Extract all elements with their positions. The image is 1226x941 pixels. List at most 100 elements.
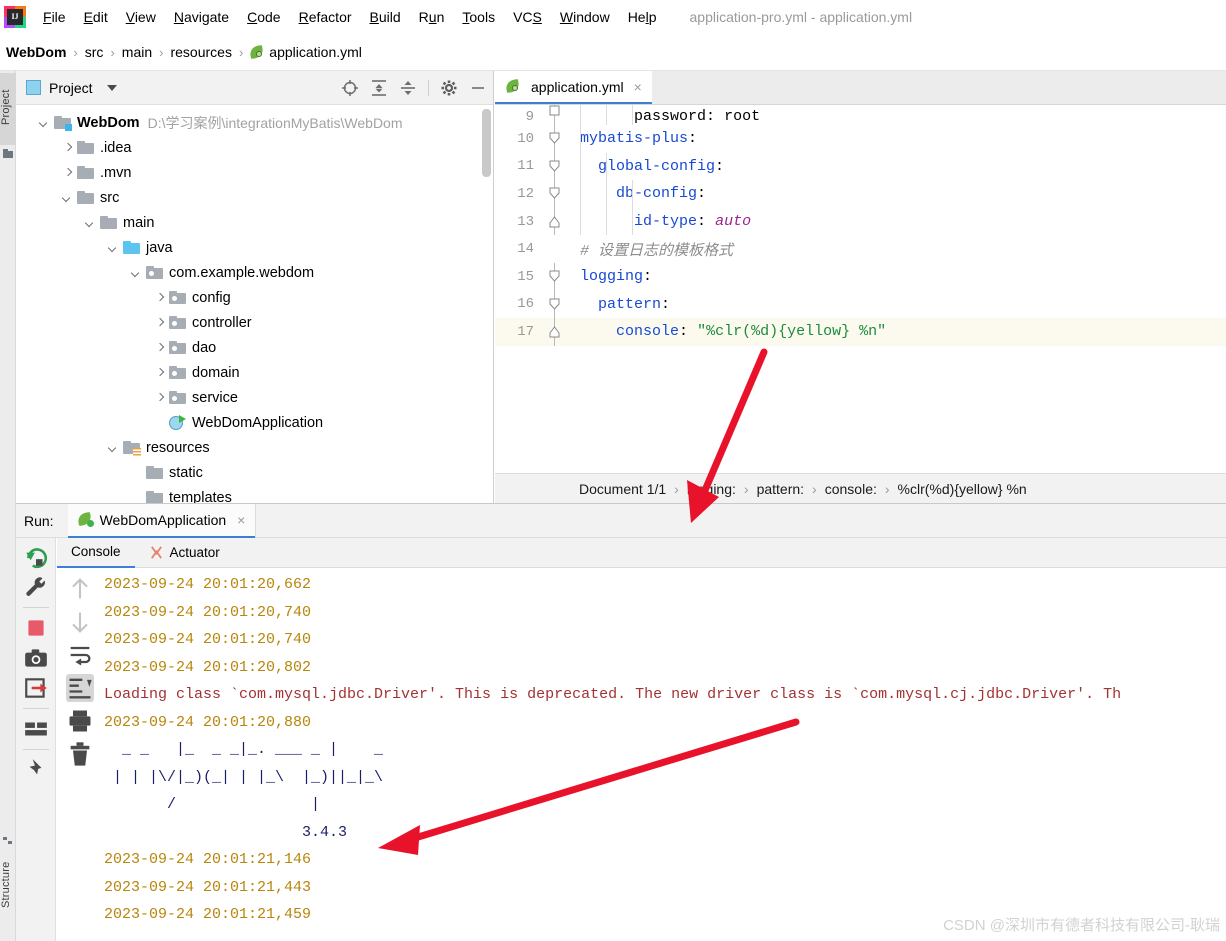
fold-gutter[interactable] xyxy=(542,262,568,291)
code-line-15[interactable]: 15 logging: xyxy=(495,262,1226,291)
breadcrumb-src[interactable]: src xyxy=(85,44,104,60)
tree-node-dao[interactable]: dao xyxy=(16,335,493,360)
chevron-right-icon[interactable] xyxy=(61,141,75,155)
trash-icon[interactable] xyxy=(66,740,94,768)
sidebar-tab-bookmarks[interactable]: Bookmarks xyxy=(0,929,16,941)
scroll-to-end-icon[interactable] xyxy=(66,674,94,702)
chevron-right-icon[interactable] xyxy=(153,316,167,330)
menu-vcs[interactable]: VCS xyxy=(504,6,551,28)
sidebar-tab-project[interactable]: Project xyxy=(0,73,16,145)
fold-gutter[interactable] xyxy=(542,318,568,346)
soft-wrap-icon[interactable] xyxy=(66,641,94,669)
fold-gutter[interactable] xyxy=(542,290,568,319)
chevron-right-icon[interactable] xyxy=(61,166,75,180)
code-line-17[interactable]: 17 console: "%clr(%d){yellow} %n" xyxy=(495,318,1226,346)
tree-node-templates[interactable]: templates xyxy=(16,485,493,503)
breadcrumb-main[interactable]: main xyxy=(122,44,152,60)
editor-crumb-logging[interactable]: logging: xyxy=(687,481,736,497)
tree-node-service[interactable]: service xyxy=(16,385,493,410)
menu-window[interactable]: Window xyxy=(551,6,619,28)
menu-code[interactable]: Code xyxy=(238,6,289,28)
locate-icon[interactable] xyxy=(341,79,359,97)
fold-gutter[interactable] xyxy=(542,105,568,125)
fold-gutter[interactable] xyxy=(542,125,568,153)
collapse-all-icon[interactable] xyxy=(399,79,417,97)
tab-console[interactable]: Console xyxy=(57,538,135,568)
chevron-right-icon[interactable] xyxy=(153,391,167,405)
chevron-down-icon[interactable] xyxy=(107,241,121,255)
project-tree-scrollbar[interactable] xyxy=(482,109,491,177)
run-config-tab[interactable]: WebDomApplication × xyxy=(67,503,256,538)
wrench-settings-icon[interactable] xyxy=(23,574,49,600)
editor-tab-application-yml[interactable]: application.yml × xyxy=(495,71,652,104)
menu-run[interactable]: Run xyxy=(410,6,454,28)
console-output[interactable]: 2023-09-24 20:01:20,662 2023-09-24 20:01:… xyxy=(104,569,1226,941)
intellij-logo-icon: IJ xyxy=(4,5,26,28)
code-line-16[interactable]: 16 pattern: xyxy=(495,290,1226,319)
close-icon[interactable]: × xyxy=(634,79,642,95)
menu-navigate[interactable]: Navigate xyxy=(165,6,238,28)
fold-gutter[interactable] xyxy=(542,152,568,181)
tree-node-main[interactable]: main xyxy=(16,210,493,235)
layout-icon[interactable] xyxy=(23,716,49,742)
fold-gutter[interactable] xyxy=(542,207,568,236)
scroll-up-icon[interactable] xyxy=(66,575,94,603)
editor-crumb-console[interactable]: console: xyxy=(825,481,877,497)
menu-tools[interactable]: Tools xyxy=(453,6,504,28)
breadcrumb-file[interactable]: application.yml xyxy=(249,44,362,60)
code-line-11[interactable]: 11 global-config: xyxy=(495,152,1226,181)
chevron-down-icon[interactable] xyxy=(61,191,75,205)
rerun-icon[interactable] xyxy=(23,544,49,570)
chevron-right-icon[interactable] xyxy=(153,341,167,355)
breadcrumb-resources[interactable]: resources xyxy=(170,44,231,60)
fold-gutter[interactable] xyxy=(542,180,568,208)
sidebar-tab-structure[interactable]: Structure xyxy=(0,846,16,924)
stop-icon[interactable] xyxy=(23,615,49,641)
tree-node-java[interactable]: java xyxy=(16,235,493,260)
tree-node-com-example-webdom[interactable]: com.example.webdom xyxy=(16,260,493,285)
editor-crumb-value[interactable]: %clr(%d){yellow} %n xyxy=(898,481,1027,497)
print-icon[interactable] xyxy=(66,707,94,735)
tree-node--idea[interactable]: .idea xyxy=(16,135,493,160)
settings-gear-icon[interactable] xyxy=(440,79,458,97)
tree-node-static[interactable]: static xyxy=(16,460,493,485)
breadcrumb-project[interactable]: WebDom xyxy=(6,44,66,60)
chevron-down-icon[interactable] xyxy=(107,441,121,455)
chevron-down-icon[interactable] xyxy=(84,216,98,230)
code-line-10[interactable]: 10 mybatis-plus: xyxy=(495,125,1226,153)
minimize-icon[interactable] xyxy=(469,79,487,97)
tree-node--mvn[interactable]: .mvn xyxy=(16,160,493,185)
menu-help[interactable]: Help xyxy=(619,6,666,28)
tree-node-webdomapplication[interactable]: WebDomApplication xyxy=(16,410,493,435)
menu-refactor[interactable]: Refactor xyxy=(290,6,361,28)
chevron-right-icon[interactable] xyxy=(153,366,167,380)
code-line-9[interactable]: 9 password: root xyxy=(495,105,1226,125)
tree-node-controller[interactable]: controller xyxy=(16,310,493,335)
tree-node-config[interactable]: config xyxy=(16,285,493,310)
chevron-right-icon[interactable] xyxy=(153,291,167,305)
editor-crumb-pattern[interactable]: pattern: xyxy=(757,481,804,497)
fold-gutter[interactable] xyxy=(542,235,568,263)
menu-build[interactable]: Build xyxy=(361,6,410,28)
scroll-down-icon[interactable] xyxy=(66,608,94,636)
tree-node-src[interactable]: src xyxy=(16,185,493,210)
camera-snapshot-icon[interactable] xyxy=(23,645,49,671)
menu-view[interactable]: View xyxy=(117,6,165,28)
code-line-13[interactable]: 13 id-type: auto xyxy=(495,207,1226,236)
pin-icon[interactable] xyxy=(23,757,49,783)
chevron-down-icon[interactable] xyxy=(38,116,52,130)
tab-actuator[interactable]: Actuator xyxy=(135,538,234,568)
code-line-12[interactable]: 12 db-config: xyxy=(495,180,1226,208)
code-line-14[interactable]: 14 # 设置日志的模板格式 xyxy=(495,235,1226,263)
tree-node-webdom[interactable]: WebDom D:\学习案例\integrationMyBatis\WebDom xyxy=(16,110,493,135)
chevron-down-icon[interactable] xyxy=(106,84,117,91)
close-icon[interactable]: × xyxy=(237,512,245,528)
code-content[interactable]: 9 password: root 10 mybatis-plus: 11 global… xyxy=(495,105,1226,503)
chevron-down-icon[interactable] xyxy=(130,266,144,280)
menu-file[interactable]: File xyxy=(34,6,75,28)
tree-node-resources[interactable]: resources xyxy=(16,435,493,460)
dump-threads-icon[interactable] xyxy=(23,675,49,701)
expand-all-icon[interactable] xyxy=(370,79,388,97)
tree-node-domain[interactable]: domain xyxy=(16,360,493,385)
menu-edit[interactable]: Edit xyxy=(75,6,117,28)
